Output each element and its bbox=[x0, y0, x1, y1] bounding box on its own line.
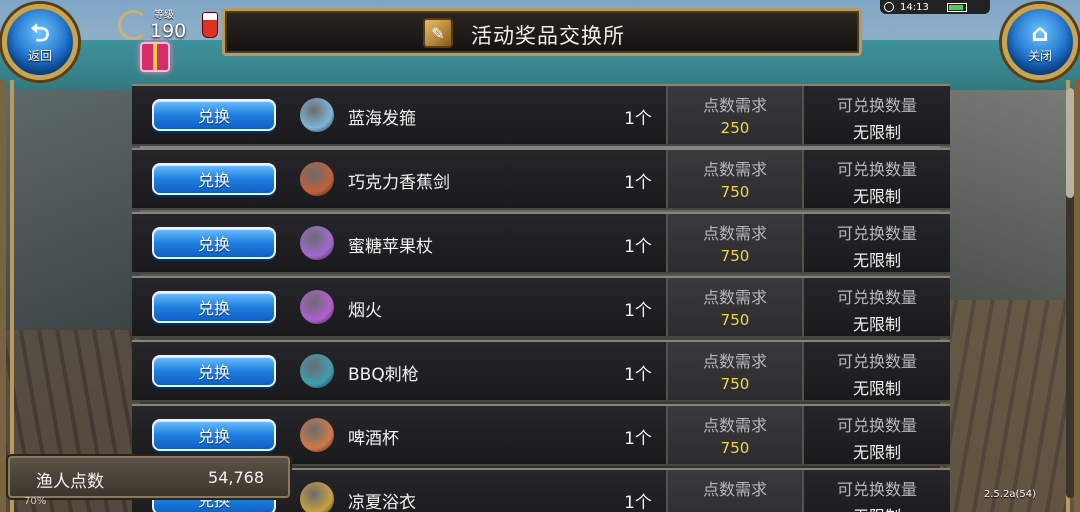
limit-column: 可兑换数量 无限制 bbox=[806, 86, 948, 144]
limit-header: 可兑换数量 bbox=[836, 224, 917, 243]
limit-header: 可兑换数量 bbox=[836, 480, 917, 499]
exchange-button[interactable]: 兑换 bbox=[152, 99, 276, 131]
exchange-row: 兑换 蓝海发箍 1个 点数需求 250 可兑换数量 无限制 bbox=[132, 84, 950, 146]
back-button-label: 返回 bbox=[27, 48, 52, 63]
firework-icon bbox=[300, 290, 334, 324]
version-label: 2.5.2a(54) bbox=[983, 489, 1036, 500]
scrollbar[interactable] bbox=[1066, 88, 1074, 498]
item-name: BBQ刺枪 bbox=[348, 365, 419, 385]
item-quantity: 1个 bbox=[624, 365, 652, 385]
gift-box-icon[interactable] bbox=[140, 42, 170, 72]
item-quantity: 1个 bbox=[624, 493, 652, 512]
limit-column: 可兑换数量 无限制 bbox=[806, 214, 948, 272]
title-bar: ✎ 活动奖品交换所 bbox=[222, 8, 862, 56]
limit-column: 可兑换数量 无限制 bbox=[806, 278, 948, 336]
exchange-row: 兑换 烟火 1个 点数需求 750 可兑换数量 无限制 bbox=[132, 276, 950, 338]
staff-icon bbox=[300, 226, 334, 260]
limit-column: 可兑换数量 无限制 bbox=[806, 470, 948, 512]
exchange-list: 兑换 蓝海发箍 1个 点数需求 250 可兑换数量 无限制 兑换 巧克力香蕉剑 … bbox=[132, 84, 950, 512]
cost-value: 750 bbox=[720, 183, 750, 201]
status-time: 14:13 bbox=[900, 1, 929, 13]
item-name: 巧克力香蕉剑 bbox=[348, 173, 450, 193]
limit-column: 可兑换数量 无限制 bbox=[806, 342, 948, 400]
limit-value: 无限制 bbox=[852, 187, 901, 206]
back-button[interactable]: ⮌ 返回 bbox=[2, 4, 78, 80]
battery-icon bbox=[946, 2, 967, 12]
yukata-icon bbox=[300, 482, 334, 512]
limit-value: 无限制 bbox=[852, 251, 901, 270]
points-box: 渔人点数 54,768 bbox=[8, 456, 290, 498]
points-value: 54,768 bbox=[208, 468, 264, 487]
level-value: 190 bbox=[150, 20, 187, 42]
item-name: 烟火 bbox=[348, 301, 382, 321]
cost-column: 点数需求 bbox=[666, 470, 804, 512]
exchange-row: 兑换 BBQ刺枪 1个 点数需求 750 可兑换数量 无限制 bbox=[132, 340, 950, 402]
exchange-row: 兑换 蜜糖苹果杖 1个 点数需求 750 可兑换数量 无限制 bbox=[132, 212, 950, 274]
cost-column: 点数需求 750 bbox=[666, 406, 804, 464]
item-quantity: 1个 bbox=[624, 429, 652, 449]
cost-value: 750 bbox=[720, 439, 750, 457]
cost-column: 点数需求 750 bbox=[666, 150, 804, 208]
back-arrow-icon: ⮌ bbox=[30, 18, 50, 47]
home-icon: ⌂ bbox=[1031, 18, 1049, 47]
cost-header: 点数需求 bbox=[702, 160, 767, 179]
level-label: 等级 bbox=[154, 10, 174, 21]
cost-header: 点数需求 bbox=[702, 288, 767, 307]
exchange-button[interactable]: 兑换 bbox=[152, 291, 276, 323]
limit-value: 无限制 bbox=[806, 503, 948, 512]
level-icon bbox=[118, 10, 148, 40]
item-name: 蜜糖苹果杖 bbox=[348, 237, 433, 257]
item-quantity: 1个 bbox=[624, 173, 652, 193]
cost-header: 点数需求 bbox=[702, 224, 767, 243]
sword-icon bbox=[300, 162, 334, 196]
exchange-button[interactable]: 兑换 bbox=[152, 163, 276, 195]
scrollbar-thumb[interactable] bbox=[1066, 88, 1074, 198]
close-button-label: 关闭 bbox=[1027, 48, 1052, 63]
spear-icon bbox=[300, 354, 334, 388]
cost-value: 750 bbox=[720, 311, 750, 329]
limit-header: 可兑换数量 bbox=[836, 416, 917, 435]
corner-percent: 70% bbox=[24, 496, 47, 507]
clock-icon bbox=[884, 2, 894, 12]
points-label: 渔人点数 bbox=[36, 472, 104, 492]
cost-column: 点数需求 750 bbox=[666, 342, 804, 400]
limit-header: 可兑换数量 bbox=[836, 160, 917, 179]
cost-header: 点数需求 bbox=[702, 416, 767, 435]
cost-header: 点数需求 bbox=[702, 96, 767, 115]
exchange-button[interactable]: 兑换 bbox=[152, 355, 276, 387]
limit-value: 无限制 bbox=[852, 443, 901, 462]
limit-header: 可兑换数量 bbox=[836, 288, 917, 307]
cost-header: 点数需求 bbox=[702, 480, 767, 499]
device-status-bar: 14:13 bbox=[880, 0, 990, 14]
exchange-shop-icon: ✎ bbox=[423, 18, 453, 48]
cost-column: 点数需求 750 bbox=[666, 278, 804, 336]
exchange-row: 兑换 巧克力香蕉剑 1个 点数需求 750 可兑换数量 无限制 bbox=[132, 148, 950, 210]
cost-value: 750 bbox=[720, 375, 750, 393]
limit-value: 无限制 bbox=[852, 379, 901, 398]
item-quantity: 1个 bbox=[624, 301, 652, 321]
hairband-icon bbox=[300, 98, 334, 132]
potion-icon[interactable] bbox=[202, 12, 218, 38]
item-quantity: 1个 bbox=[624, 109, 652, 129]
limit-column: 可兑换数量 无限制 bbox=[806, 406, 948, 464]
cost-column: 点数需求 250 bbox=[666, 86, 804, 144]
cost-value: 250 bbox=[720, 119, 750, 137]
item-name: 啤酒杯 bbox=[348, 429, 399, 449]
page-title: 活动奖品交换所 bbox=[471, 24, 625, 48]
limit-value: 无限制 bbox=[852, 123, 901, 142]
limit-header: 可兑换数量 bbox=[836, 352, 917, 371]
limit-header: 可兑换数量 bbox=[836, 96, 917, 115]
item-name: 凉夏浴衣 bbox=[348, 493, 416, 512]
close-button[interactable]: ⌂ 关闭 bbox=[1002, 4, 1078, 80]
limit-value: 无限制 bbox=[852, 315, 901, 334]
exchange-button[interactable]: 兑换 bbox=[152, 227, 276, 259]
exchange-button[interactable]: 兑换 bbox=[152, 419, 276, 451]
item-quantity: 1个 bbox=[624, 237, 652, 257]
cost-header: 点数需求 bbox=[702, 352, 767, 371]
beer-mug-icon bbox=[300, 418, 334, 452]
limit-column: 可兑换数量 无限制 bbox=[806, 150, 948, 208]
cost-column: 点数需求 750 bbox=[666, 214, 804, 272]
cost-value: 750 bbox=[720, 247, 750, 265]
item-name: 蓝海发箍 bbox=[348, 109, 416, 129]
